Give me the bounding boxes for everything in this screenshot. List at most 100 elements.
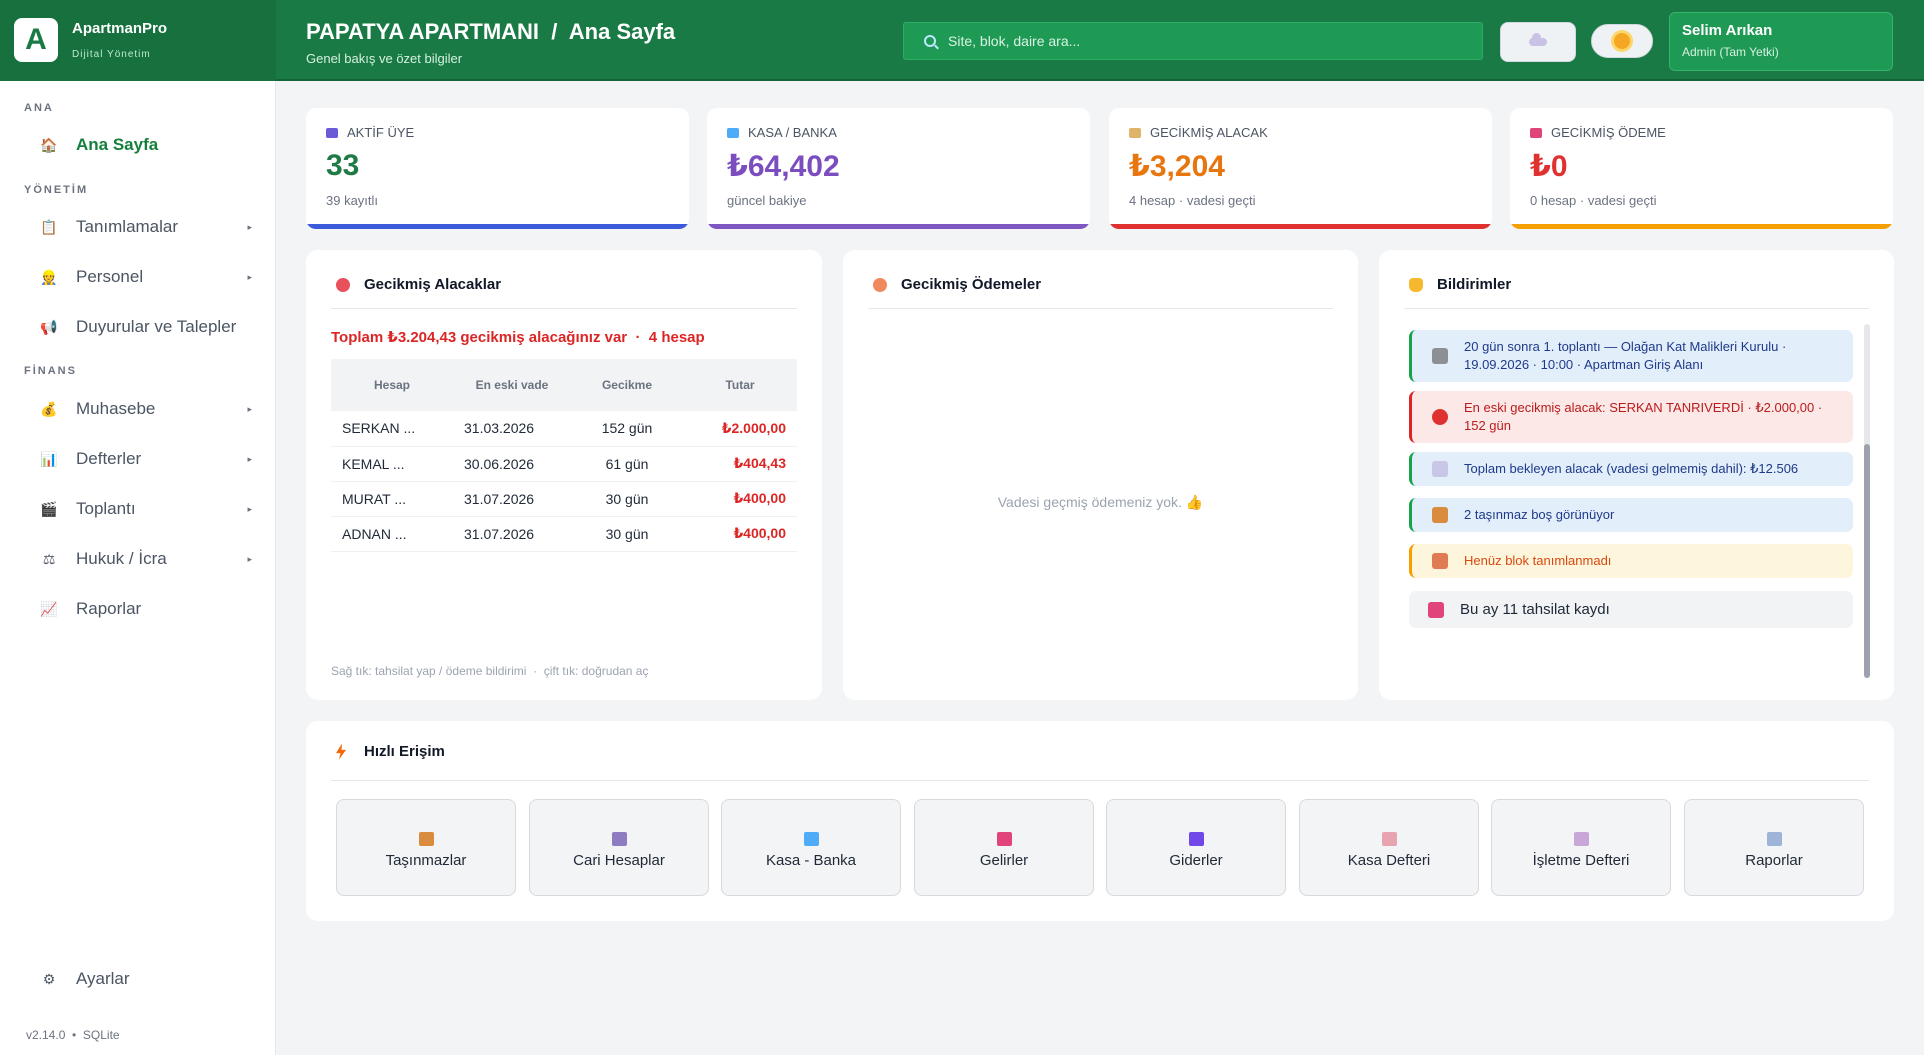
quick-access-isletme-defteri[interactable]: İşletme Defteri	[1491, 799, 1671, 896]
notifications-panel: Bildirimler 20 gün sonra 1. toplantı — O…	[1379, 250, 1894, 700]
brand-area: A ApartmanPro Dijital Yönetim	[0, 0, 276, 81]
sidebar-item-personel[interactable]: 👷 Personel ▸	[40, 259, 260, 295]
sidebar-item-tanimlamalar[interactable]: 📋 Tanımlamalar ▸	[40, 209, 260, 245]
money-bag-icon: 💰	[40, 400, 58, 417]
notification-item[interactable]: 2 taşınmaz boş görünüyor	[1409, 498, 1853, 533]
top-header: A ApartmanPro Dijital Yönetim PAPATYA AP…	[0, 0, 1924, 81]
card-icon	[804, 832, 819, 846]
red-circle-icon	[1432, 409, 1448, 426]
red-circle-icon	[336, 277, 350, 292]
divider	[1404, 308, 1869, 309]
brand-name: ApartmanPro	[72, 20, 168, 37]
divider	[331, 308, 797, 309]
bar-chart-icon: 📊	[40, 450, 58, 467]
notepad-icon	[1574, 832, 1589, 846]
notification-item[interactable]: Toplam bekleyen alacak (vadesi gelmemiş …	[1409, 452, 1853, 487]
quick-access-label: Kasa - Banka	[765, 852, 857, 869]
theme-toggle-button[interactable]	[1591, 24, 1653, 58]
stat-card-gecikmis-odeme: GECİKMİŞ ÖDEME ₺0 0 hesap · vadesi geçti	[1510, 108, 1893, 229]
outbox-icon	[1189, 832, 1204, 846]
house-icon	[1432, 507, 1448, 524]
sidebar-item-toplanti[interactable]: 🎬 Toplantı ▸	[40, 491, 260, 527]
due-date-cell: 31.07.2026	[453, 516, 571, 552]
stat-sub: 0 hesap · vadesi geçti	[1530, 193, 1657, 208]
panel-title: Bildirimler	[1437, 276, 1512, 293]
sidebar-item-defterler[interactable]: 📊 Defterler ▸	[40, 441, 260, 477]
quick-access-raporlar[interactable]: Raporlar	[1684, 799, 1864, 896]
delay-cell: 30 gün	[571, 481, 683, 517]
inbox-icon	[1428, 601, 1444, 618]
column-header[interactable]: Gecikme	[571, 359, 683, 411]
sidebar-item-label: Personel	[76, 267, 144, 286]
account-cell: MURAT ...	[331, 481, 453, 517]
caret-right-icon: ▸	[247, 503, 252, 514]
quick-access-gelirler[interactable]: Gelirler	[914, 799, 1094, 896]
due-date-cell: 31.07.2026	[453, 481, 571, 517]
scrollbar-thumb[interactable]	[1864, 444, 1870, 678]
document-icon	[1432, 461, 1448, 478]
notification-item[interactable]: 20 gün sonra 1. toplantı — Olağan Kat Ma…	[1409, 330, 1853, 383]
amount-cell: ₺2.000,00	[683, 411, 797, 447]
quick-access-label: Giderler	[1169, 852, 1223, 869]
quick-access-label: Raporlar	[1745, 852, 1803, 869]
quick-access-giderler[interactable]: Giderler	[1106, 799, 1286, 896]
notification-item[interactable]: Henüz blok tanımlanmadı	[1409, 544, 1853, 579]
people-icon	[326, 127, 338, 138]
sidebar-item-ana-sayfa[interactable]: 🏠 Ana Sayfa	[40, 127, 260, 163]
notification-text: Bu ay 11 tahsilat kaydı	[1460, 601, 1610, 618]
caret-right-icon: ▸	[247, 271, 252, 282]
scrollbar-track[interactable]	[1864, 324, 1870, 678]
sidebar-item-raporlar[interactable]: 📈 Raporlar	[40, 591, 260, 627]
column-header[interactable]: Hesap	[331, 359, 453, 411]
stat-bar	[306, 224, 689, 229]
account-cell: KEMAL ...	[331, 446, 453, 482]
caret-right-icon: ▸	[247, 553, 252, 564]
amount-cell: ₺400,00	[683, 481, 797, 517]
delay-cell: 152 gün	[571, 411, 683, 447]
notification-text: 2 taşınmaz boş görünüyor	[1464, 507, 1615, 522]
caret-right-icon: ▸	[247, 221, 252, 232]
overdue-table: Hesap En eski vade Gecikme Tutar SERKAN …	[331, 359, 797, 552]
notification-item[interactable]: En eski gecikmiş alacak: SERKAN TANRIVER…	[1409, 391, 1853, 444]
sidebar-item-ayarlar[interactable]: ⚙ Ayarlar	[40, 961, 260, 997]
sidebar-item-label: Ana Sayfa	[76, 135, 159, 154]
sidebar-item-muhasebe[interactable]: 💰 Muhasebe ▸	[40, 391, 260, 427]
quick-access-label: Cari Hesaplar	[573, 852, 665, 869]
cloud-sync-button[interactable]	[1500, 22, 1576, 62]
column-header[interactable]: Tutar	[683, 359, 797, 411]
table-row[interactable]: KEMAL ... 30.06.2026 61 gün ₺404,43	[331, 446, 797, 482]
sidebar-item-label: Ayarlar	[76, 969, 130, 988]
stat-card-gecikmis-alacak: GECİKMİŞ ALACAK ₺3,204 4 hesap · vadesi …	[1109, 108, 1492, 229]
table-row[interactable]: ADNAN ... 31.07.2026 30 gün ₺400,00	[331, 516, 797, 552]
quick-access-tasinmazlar[interactable]: Taşınmazlar	[336, 799, 516, 896]
panel-title: Gecikmiş Alacaklar	[364, 276, 502, 293]
cloud-icon	[1529, 33, 1547, 46]
sidebar: ANA 🏠 Ana Sayfa YÖNETİM 📋 Tanımlamalar ▸…	[0, 81, 276, 1055]
stat-label: KASA / BANKA	[748, 125, 837, 140]
section-label-yonetim: YÖNETİM	[24, 184, 89, 196]
table-row[interactable]: SERKAN ... 31.03.2026 152 gün ₺2.000,00	[331, 411, 797, 447]
search-input[interactable]	[948, 33, 1468, 49]
quick-access-cari-hesaplar[interactable]: Cari Hesaplar	[529, 799, 709, 896]
column-header[interactable]: En eski vade	[453, 359, 571, 411]
bell-icon	[1409, 277, 1423, 292]
quick-access-kasa-banka[interactable]: Kasa - Banka	[721, 799, 901, 896]
quick-access-label: Kasa Defteri	[1347, 852, 1431, 869]
due-date-cell: 31.03.2026	[453, 411, 571, 447]
due-date-cell: 30.06.2026	[453, 446, 571, 482]
sidebar-item-duyurular[interactable]: 📢 Duyurular ve Talepler	[40, 309, 260, 345]
stat-sub: 39 kayıtlı	[326, 193, 379, 208]
inbox-icon	[997, 832, 1012, 846]
table-row[interactable]: MURAT ... 31.07.2026 30 gün ₺400,00	[331, 481, 797, 517]
megaphone-icon: 📢	[40, 318, 58, 335]
search-bar[interactable]	[903, 22, 1483, 60]
empty-state-text: Vadesi geçmiş ödemeniz yok. 👍	[997, 494, 1204, 510]
stat-value: ₺0	[1530, 150, 1568, 183]
user-menu[interactable]: Selim Arıkan Admin (Tam Yetki)	[1669, 12, 1893, 71]
house-icon	[419, 832, 434, 846]
sidebar-item-label: Muhasebe	[76, 399, 156, 418]
quick-access-kasa-defteri[interactable]: Kasa Defteri	[1299, 799, 1479, 896]
sidebar-item-label: Duyurular ve Talepler	[76, 317, 237, 336]
sidebar-item-hukuk[interactable]: ⚖ Hukuk / İcra ▸	[40, 541, 260, 577]
notification-item[interactable]: Bu ay 11 tahsilat kaydı	[1409, 591, 1853, 628]
